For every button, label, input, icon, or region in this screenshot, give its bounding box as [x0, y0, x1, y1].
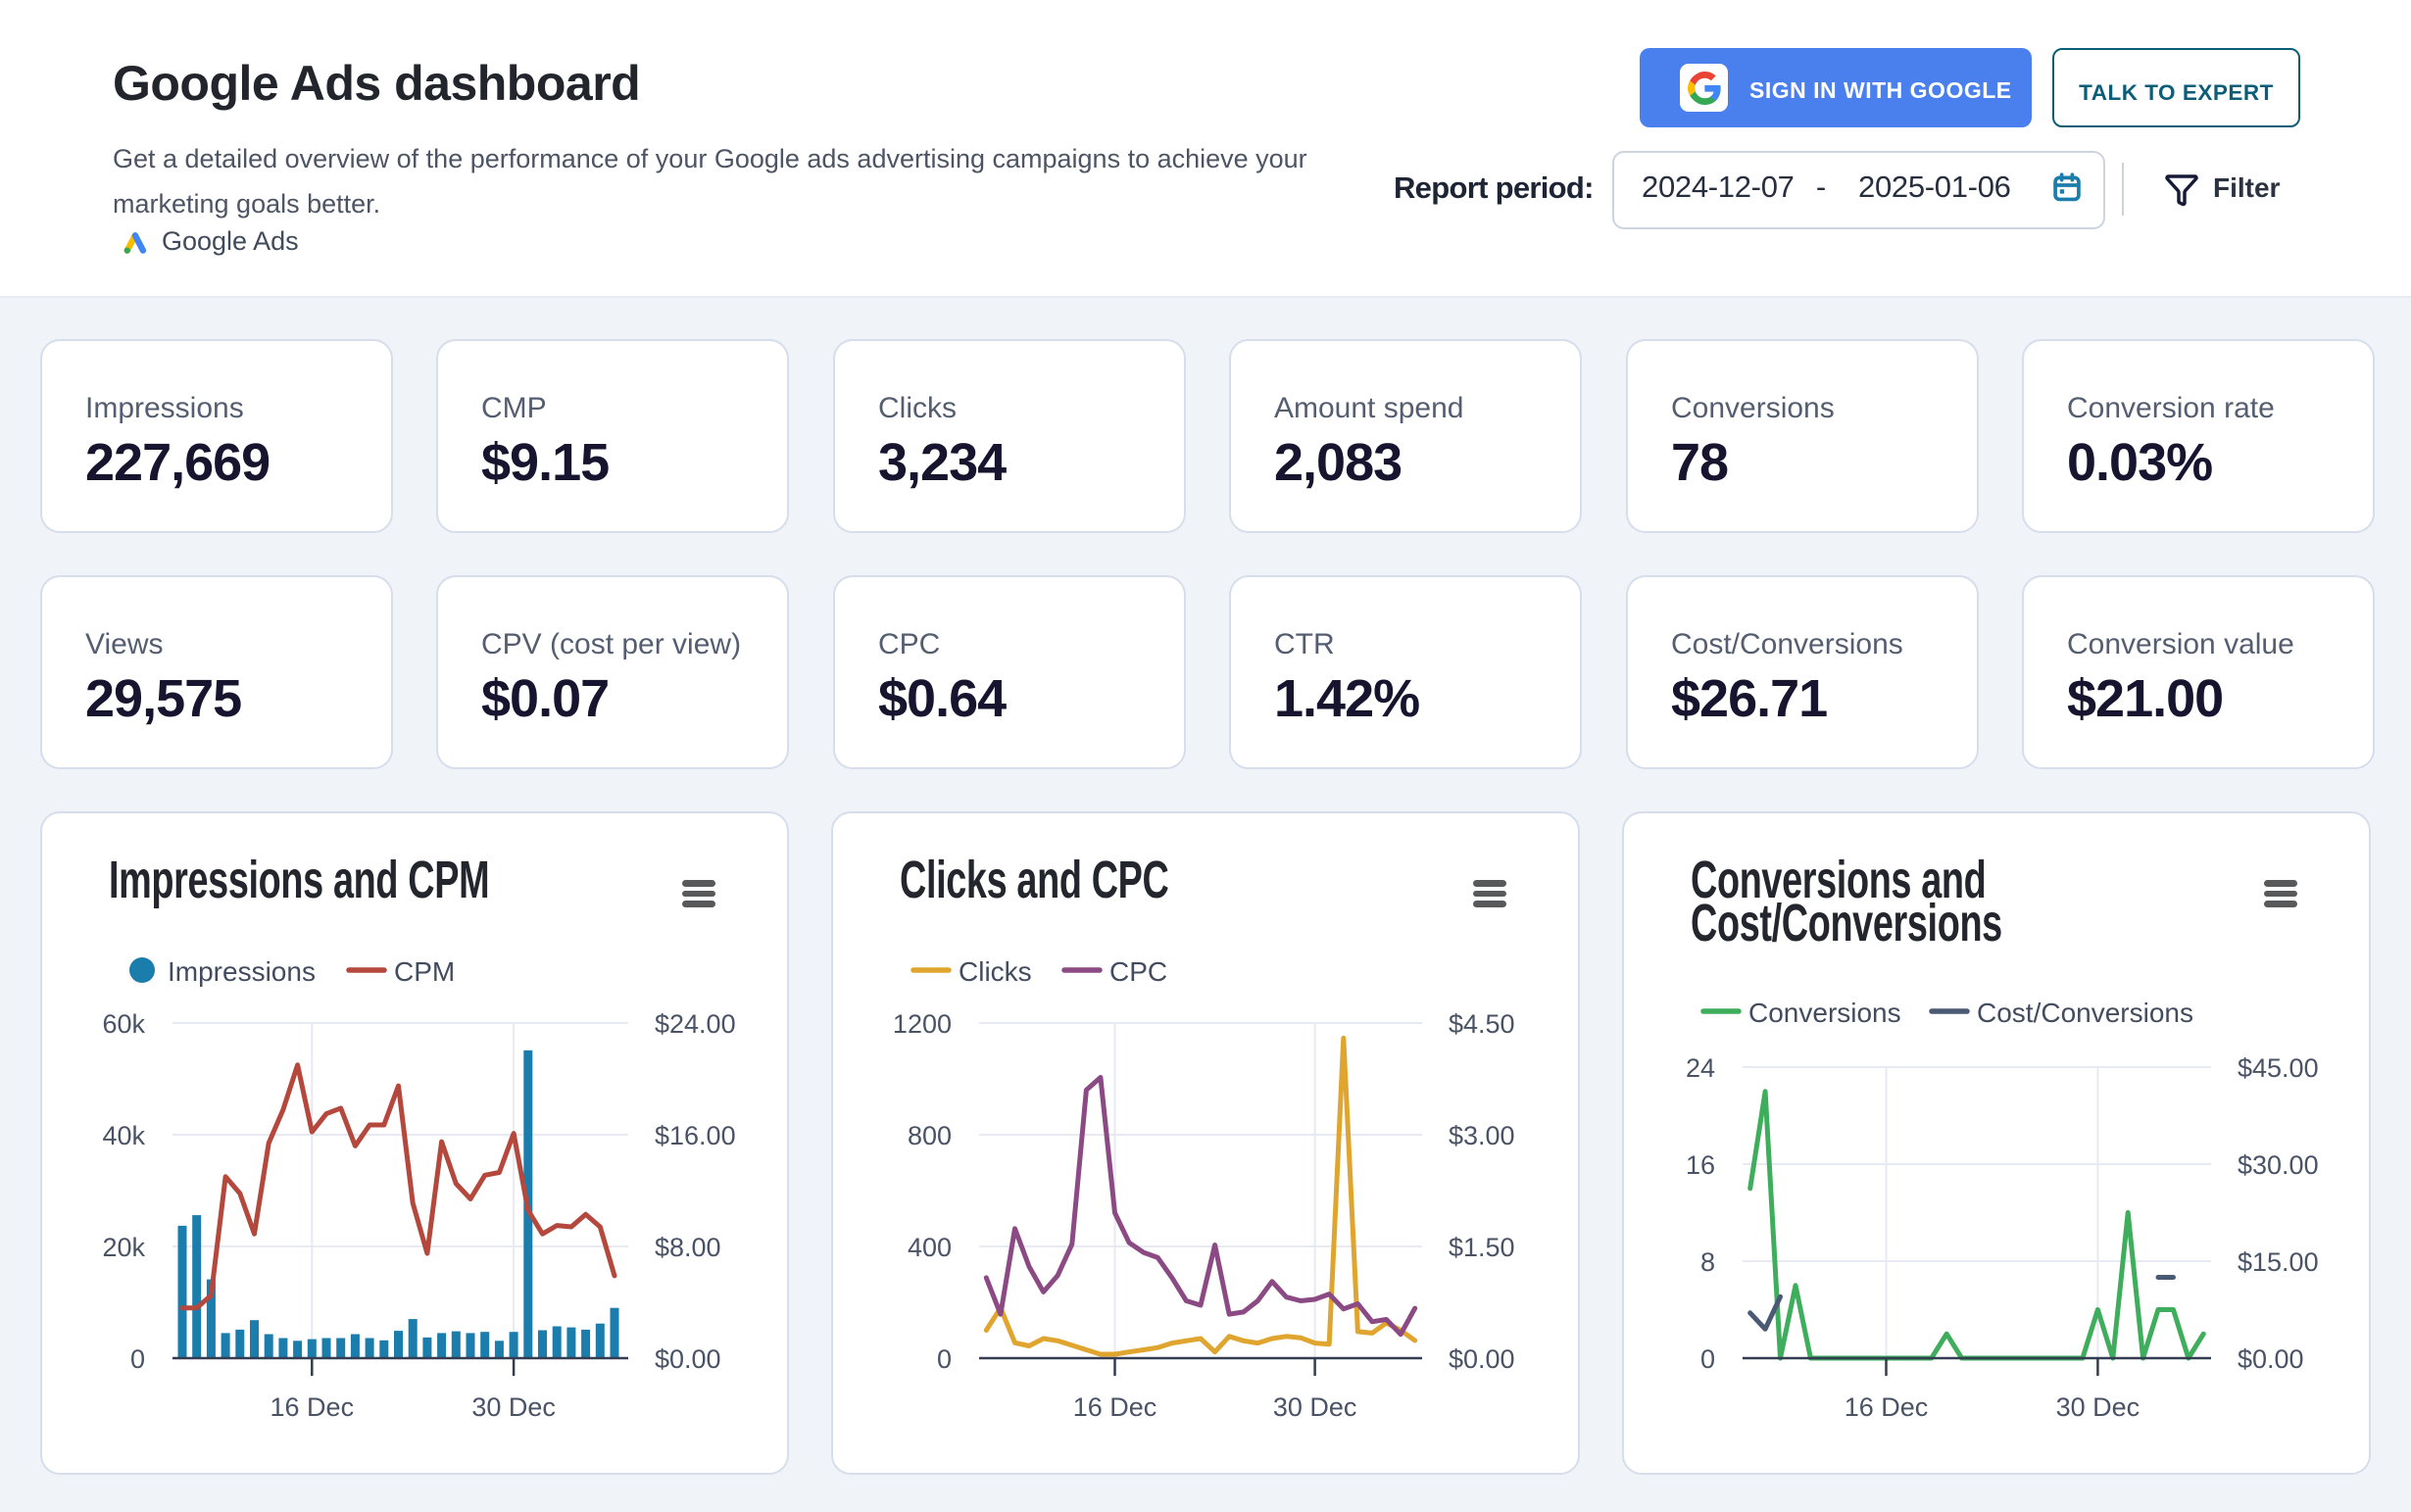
svg-text:0: 0 [937, 1344, 952, 1374]
svg-text:$0.00: $0.00 [655, 1344, 721, 1374]
svg-text:$8.00: $8.00 [655, 1233, 721, 1262]
svg-text:30 Dec: 30 Dec [2056, 1392, 2140, 1422]
svg-text:Conversions: Conversions [1748, 998, 1901, 1028]
svg-text:24: 24 [1686, 1053, 1715, 1083]
svg-text:$3.00: $3.00 [1449, 1121, 1515, 1150]
svg-text:$24.00: $24.00 [655, 1009, 736, 1039]
svg-text:Cost/Conversions: Cost/Conversions [1977, 998, 2193, 1028]
svg-text:800: 800 [908, 1121, 952, 1150]
svg-text:40k: 40k [102, 1121, 145, 1150]
svg-text:1200: 1200 [893, 1009, 952, 1039]
svg-text:8: 8 [1700, 1247, 1715, 1277]
svg-text:$45.00: $45.00 [2238, 1053, 2319, 1083]
svg-text:$30.00: $30.00 [2238, 1150, 2319, 1180]
svg-text:0: 0 [1700, 1344, 1715, 1374]
svg-text:$15.00: $15.00 [2238, 1247, 2319, 1277]
svg-text:60k: 60k [102, 1009, 145, 1039]
svg-text:16: 16 [1686, 1150, 1715, 1180]
svg-text:CPC: CPC [1109, 956, 1167, 987]
svg-text:$0.00: $0.00 [1449, 1344, 1515, 1374]
svg-text:$16.00: $16.00 [655, 1121, 736, 1150]
svg-text:30 Dec: 30 Dec [471, 1392, 556, 1422]
svg-text:$1.50: $1.50 [1449, 1233, 1515, 1262]
svg-text:0: 0 [130, 1344, 145, 1374]
svg-text:Clicks: Clicks [959, 956, 1032, 987]
svg-text:CPM: CPM [394, 956, 455, 987]
svg-text:20k: 20k [102, 1233, 145, 1262]
svg-text:$4.50: $4.50 [1449, 1009, 1515, 1039]
svg-text:30 Dec: 30 Dec [1273, 1392, 1357, 1422]
svg-text:Impressions: Impressions [168, 956, 316, 987]
svg-text:400: 400 [908, 1233, 952, 1262]
svg-text:16 Dec: 16 Dec [1073, 1392, 1157, 1422]
svg-text:16 Dec: 16 Dec [1845, 1392, 1929, 1422]
svg-text:$0.00: $0.00 [2238, 1344, 2304, 1374]
svg-text:16 Dec: 16 Dec [271, 1392, 355, 1422]
